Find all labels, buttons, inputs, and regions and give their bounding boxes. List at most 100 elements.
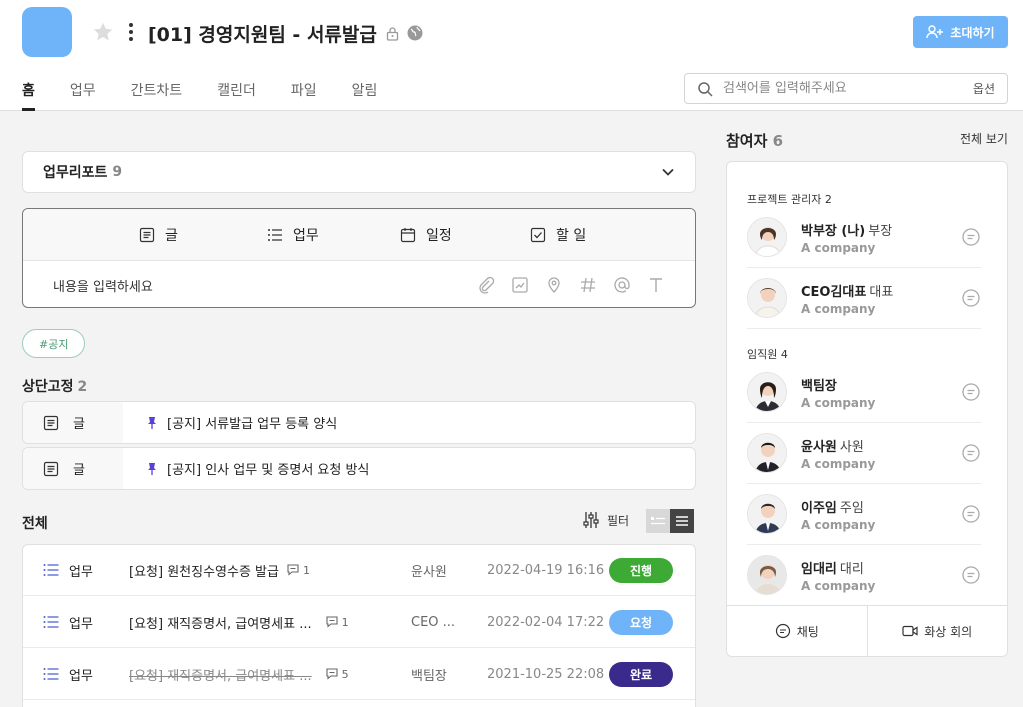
comment-count-value: 1 bbox=[341, 615, 349, 629]
star-icon[interactable] bbox=[92, 21, 114, 43]
search-icon bbox=[698, 81, 713, 97]
members-title-text: 참여자 bbox=[726, 132, 768, 150]
chat-bubble-icon[interactable] bbox=[961, 504, 981, 524]
member-info: 윤사원 사원 A company bbox=[801, 436, 875, 471]
tab-calendar[interactable]: 캘린더 bbox=[217, 80, 256, 111]
composer-tab-label: 할 일 bbox=[556, 228, 587, 244]
status-badge: 요청 bbox=[609, 609, 673, 635]
comment-count-value: 5 bbox=[341, 667, 349, 681]
filter-sliders-icon bbox=[583, 512, 599, 528]
tab-tasks[interactable]: 업무 bbox=[70, 80, 96, 111]
view-all-link[interactable]: 전체 보기 bbox=[960, 130, 1008, 147]
pinned-item[interactable]: 글 [공지] 인사 업무 및 증명서 요청 방식 bbox=[22, 447, 696, 490]
composer-tab-post[interactable]: 글 bbox=[139, 225, 178, 245]
member-position: 대리 bbox=[839, 561, 864, 577]
member-item[interactable]: 박부장 (나) 부장 A company bbox=[747, 207, 981, 268]
table-row[interactable]: 업무 [요청] 원천징수영수증 발급 1 윤사원 2022-04-19 16:1… bbox=[23, 545, 695, 596]
project-header: [01] 경영지원팀 - 서류발급 초대하기 홈 업무 간트차트 캘린더 파일 … bbox=[0, 0, 1023, 111]
composer-placeholder: 내용을 입력하세요 bbox=[53, 279, 153, 295]
composer-tab-todo[interactable]: 할 일 bbox=[530, 225, 586, 245]
row-title-text: [요청] 재직증명서, 급여명세표 ... bbox=[129, 668, 312, 684]
composer-tab-label: 일정 bbox=[426, 228, 452, 244]
row-author: 윤사원 bbox=[411, 564, 447, 580]
chat-bubble-icon[interactable] bbox=[961, 288, 981, 308]
more-options-icon[interactable] bbox=[125, 22, 137, 42]
video-camera-icon bbox=[902, 625, 918, 637]
hashtag-icon[interactable] bbox=[579, 276, 597, 294]
search-options-button[interactable]: 옵션 bbox=[973, 80, 995, 97]
chat-bubble-icon[interactable] bbox=[961, 565, 981, 585]
search-box: 옵션 bbox=[684, 73, 1008, 104]
project-thumbnail[interactable] bbox=[22, 7, 72, 57]
member-item[interactable]: 윤사원 사원 A company bbox=[747, 423, 981, 484]
group-label-text: 임직원 bbox=[747, 348, 778, 361]
composer-input-area[interactable]: 내용을 입력하세요 bbox=[23, 261, 695, 307]
chat-bubble-icon[interactable] bbox=[961, 227, 981, 247]
member-name-line: 임대리 대리 bbox=[801, 558, 875, 577]
checkbox-icon bbox=[530, 227, 546, 243]
tab-home[interactable]: 홈 bbox=[22, 80, 35, 111]
search-input[interactable] bbox=[723, 81, 973, 96]
row-type: 업무 bbox=[43, 613, 93, 632]
pinned-title-text: [공지] 인사 업무 및 증명서 요청 방식 bbox=[167, 463, 370, 478]
member-name: 임대리 bbox=[801, 561, 837, 577]
table-row[interactable]: 업무 [요청] 재직증명서, 급여명세표 ... 5 백팀장 2021-10-2… bbox=[23, 649, 695, 700]
chat-bubble-icon[interactable] bbox=[961, 443, 981, 463]
row-date: 2022-02-04 17:22 bbox=[487, 614, 605, 630]
tab-notifications[interactable]: 알림 bbox=[352, 80, 378, 111]
document-icon bbox=[43, 415, 59, 430]
member-name: 이주임 bbox=[801, 500, 837, 516]
pinned-item[interactable]: 글 [공지] 서류발급 업무 등록 양식 bbox=[22, 401, 696, 444]
row-title: [요청] 원천징수영수증 발급 1 bbox=[129, 561, 310, 580]
list-view-button[interactable] bbox=[670, 509, 694, 533]
member-item[interactable]: 백팀장 A company bbox=[747, 362, 981, 423]
avatar bbox=[747, 494, 787, 534]
composer-tab-schedule[interactable]: 일정 bbox=[400, 225, 452, 245]
document-icon bbox=[43, 461, 59, 476]
post-list: 업무 [요청] 원천징수영수증 발급 1 윤사원 2022-04-19 16:1… bbox=[22, 544, 696, 707]
paperclip-icon[interactable] bbox=[477, 276, 495, 294]
image-icon[interactable] bbox=[511, 276, 529, 294]
project-tabs: 홈 업무 간트차트 캘린더 파일 알림 bbox=[22, 80, 412, 111]
location-icon[interactable] bbox=[545, 276, 563, 294]
comment-count: 5 bbox=[326, 668, 349, 681]
post-composer: 글 업무 일정 할 일 내용을 입력하세요 bbox=[22, 208, 696, 308]
filter-label: 필터 bbox=[607, 513, 630, 528]
status-badge: 완료 bbox=[609, 661, 673, 687]
chat-bubble-icon[interactable] bbox=[961, 382, 981, 402]
report-count: 9 bbox=[112, 164, 123, 180]
member-company: A company bbox=[801, 301, 876, 316]
invite-button[interactable]: 초대하기 bbox=[913, 16, 1008, 48]
lock-icon bbox=[386, 27, 399, 41]
composer-tab-label: 업무 bbox=[293, 228, 319, 244]
card-view-button[interactable] bbox=[646, 509, 670, 533]
hashtag-chip[interactable]: #공지 bbox=[22, 329, 86, 358]
filter-button[interactable]: 필터 bbox=[583, 511, 629, 529]
row-title: [요청] 재직증명서, 급여명세표 ... 5 bbox=[129, 665, 349, 684]
text-format-icon[interactable] bbox=[647, 276, 665, 294]
table-row[interactable]: 업무 [요청] 재직증명서, 급여명세표 ... 1 CEO ... 2022-… bbox=[23, 597, 695, 648]
task-report-panel[interactable]: 업무리포트 9 bbox=[22, 151, 696, 193]
chat-button[interactable]: 채팅 bbox=[727, 606, 867, 656]
comment-count: 1 bbox=[287, 564, 310, 577]
group-count: 4 bbox=[780, 348, 788, 361]
comment-icon bbox=[326, 668, 338, 680]
tab-files[interactable]: 파일 bbox=[291, 80, 317, 111]
avatar bbox=[747, 555, 787, 595]
mention-icon[interactable] bbox=[613, 276, 631, 294]
pinned-item-title: [공지] 서류발급 업무 등록 양식 bbox=[123, 413, 337, 432]
person-avatar-icon bbox=[748, 495, 786, 533]
chevron-down-icon[interactable] bbox=[661, 165, 675, 179]
member-position: 사원 bbox=[839, 439, 864, 455]
member-name: 윤사원 bbox=[801, 439, 837, 455]
globe-icon bbox=[407, 25, 423, 41]
member-name-line: CEO김대표 대표 bbox=[801, 281, 893, 300]
member-item[interactable]: CEO김대표 대표 A company bbox=[747, 268, 981, 329]
member-item[interactable]: 이주임 주임 A company bbox=[747, 484, 981, 545]
composer-tab-task[interactable]: 업무 bbox=[267, 225, 319, 245]
member-name-line: 박부장 (나) 부장 bbox=[801, 220, 892, 239]
tab-gantt[interactable]: 간트차트 bbox=[131, 80, 183, 111]
video-meeting-button[interactable]: 화상 회의 bbox=[866, 606, 1008, 656]
member-item[interactable]: 임대리 대리 A company bbox=[747, 545, 981, 606]
member-name-line: 윤사원 사원 bbox=[801, 436, 875, 455]
